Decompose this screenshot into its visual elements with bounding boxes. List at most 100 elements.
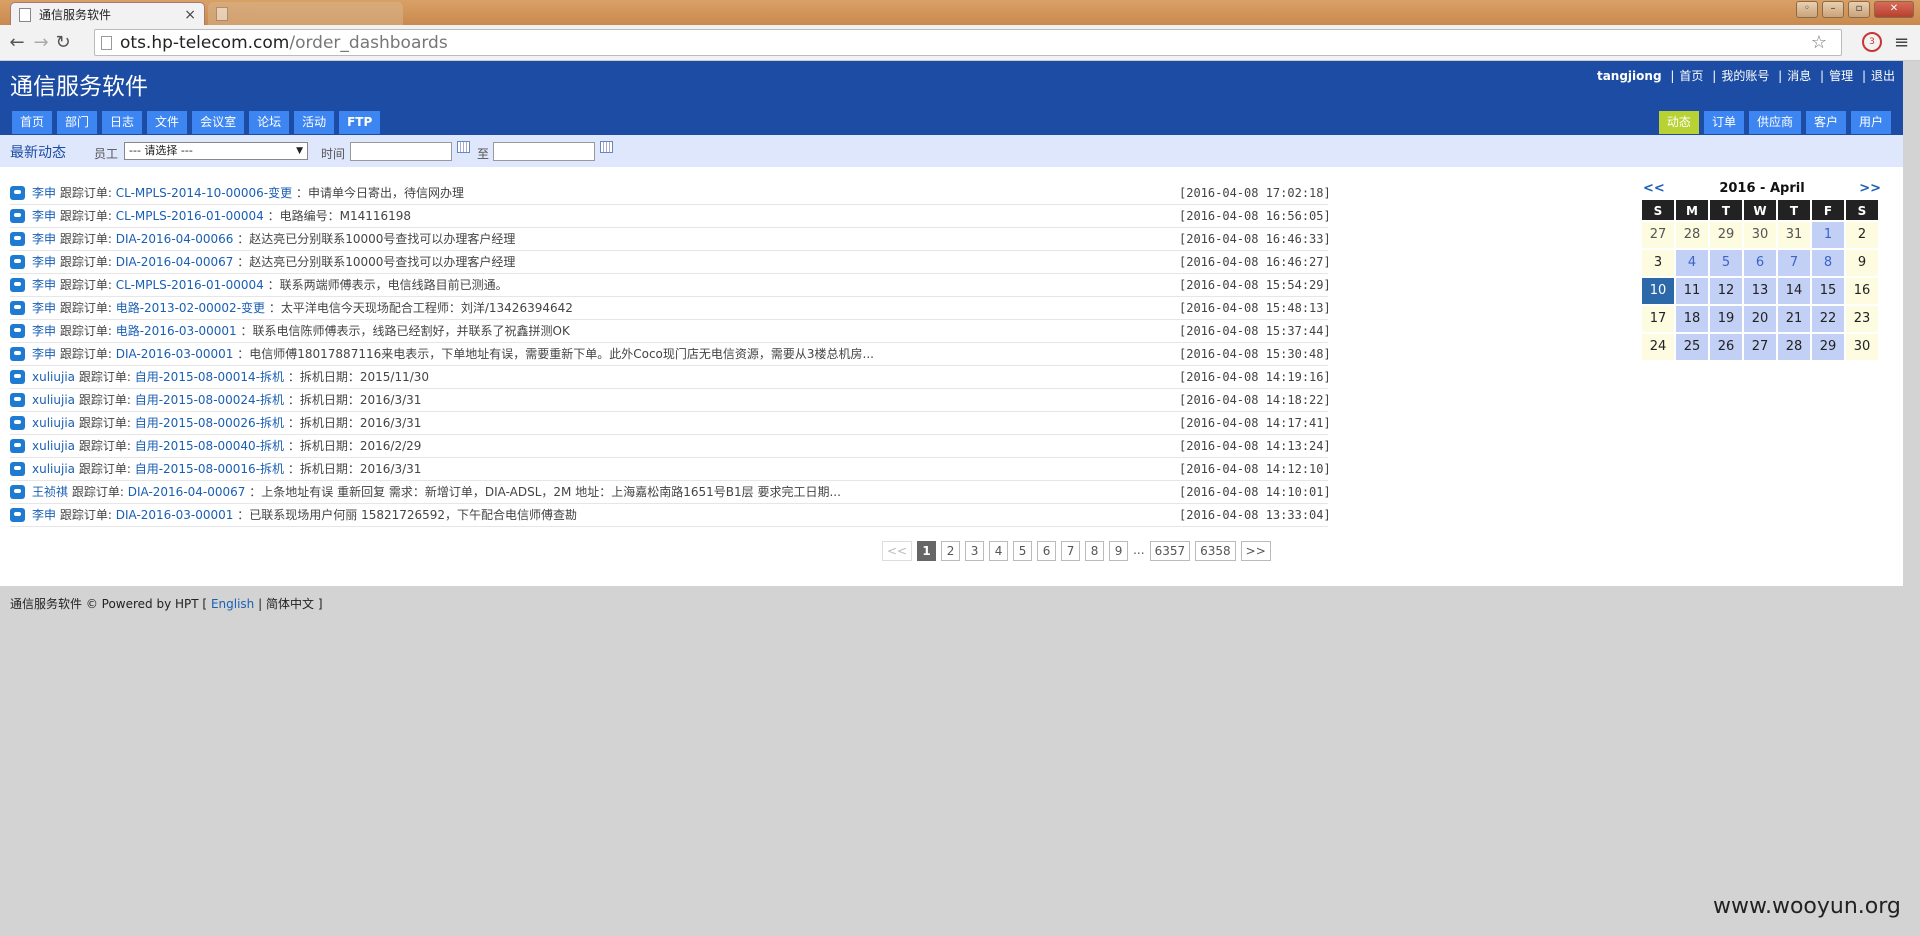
username-link[interactable]: tangjiong bbox=[1597, 69, 1662, 83]
nav-forum[interactable]: 论坛 bbox=[249, 111, 290, 134]
calendar-day[interactable]: 15 bbox=[1811, 277, 1845, 305]
user-link-logout[interactable]: 退出 bbox=[1871, 69, 1895, 83]
minimize-icon[interactable]: – bbox=[1822, 1, 1844, 18]
feed-user-link[interactable]: xuliujia bbox=[32, 462, 75, 476]
user-link-admin[interactable]: 管理 bbox=[1829, 69, 1853, 83]
nav-events[interactable]: 活动 bbox=[294, 111, 335, 134]
user-link-messages[interactable]: 消息 bbox=[1787, 69, 1811, 83]
tab-close-icon[interactable]: × bbox=[184, 7, 196, 23]
feed-order-link[interactable]: DIA-2016-04-00067 bbox=[128, 485, 246, 499]
feed-user-link[interactable]: 李申 bbox=[32, 508, 56, 522]
address-bar[interactable]: ots.hp-telecom.com/order_dashboards ☆ bbox=[94, 29, 1842, 56]
calendar-day[interactable]: 3 bbox=[1641, 249, 1675, 277]
calendar-day[interactable]: 28 bbox=[1777, 333, 1811, 361]
employee-select[interactable]: --- 请选择 --- ▼ bbox=[124, 142, 308, 160]
calendar-day[interactable]: 7 bbox=[1777, 249, 1811, 277]
browser-tab-active[interactable]: 通信服务软件 × bbox=[10, 2, 205, 26]
subnav-suppliers[interactable]: 供应商 bbox=[1748, 111, 1801, 134]
nav-meeting-room[interactable]: 会议室 bbox=[192, 111, 245, 134]
feed-order-link[interactable]: DIA-2016-04-00066 bbox=[116, 232, 234, 246]
feed-order-link[interactable]: 电路-2016-03-00001 bbox=[116, 324, 237, 338]
feed-user-link[interactable]: 王祯祺 bbox=[32, 485, 68, 499]
feed-user-link[interactable]: xuliujia bbox=[32, 393, 75, 407]
calendar-day[interactable]: 5 bbox=[1709, 249, 1743, 277]
feed-order-link[interactable]: DIA-2016-03-00001 bbox=[116, 347, 234, 361]
calendar-day[interactable]: 26 bbox=[1709, 333, 1743, 361]
calendar-day[interactable]: 19 bbox=[1709, 305, 1743, 333]
subnav-customers[interactable]: 客户 bbox=[1805, 111, 1846, 134]
lang-chinese-link[interactable]: 简体中文 bbox=[266, 597, 314, 611]
feed-user-link[interactable]: 李申 bbox=[32, 209, 56, 223]
calendar-icon[interactable] bbox=[600, 141, 613, 153]
maximize-icon[interactable]: ▫ bbox=[1848, 1, 1870, 18]
calendar-day[interactable]: 30 bbox=[1845, 333, 1879, 361]
nav-files[interactable]: 文件 bbox=[147, 111, 188, 134]
calendar-day[interactable]: 28 bbox=[1675, 221, 1709, 249]
user-profile-icon[interactable]: ◦ bbox=[1796, 1, 1818, 18]
feed-user-link[interactable]: xuliujia bbox=[32, 416, 75, 430]
feed-user-link[interactable]: 李申 bbox=[32, 301, 56, 315]
subnav-users[interactable]: 用户 bbox=[1850, 111, 1891, 134]
page-link[interactable]: 3 bbox=[965, 541, 985, 561]
page-link[interactable]: >> bbox=[1240, 541, 1271, 561]
calendar-day[interactable]: 22 bbox=[1811, 305, 1845, 333]
bookmark-star-icon[interactable]: ☆ bbox=[1811, 32, 1827, 53]
feed-user-link[interactable]: 李申 bbox=[32, 232, 56, 246]
feed-user-link[interactable]: 李申 bbox=[32, 324, 56, 338]
calendar-icon[interactable] bbox=[457, 141, 470, 153]
feed-order-link[interactable]: 自用-2015-08-00024-拆机 bbox=[135, 393, 284, 407]
calendar-day[interactable]: 10 bbox=[1641, 277, 1675, 305]
feed-order-link[interactable]: 自用-2015-08-00016-拆机 bbox=[135, 462, 284, 476]
calendar-day[interactable]: 27 bbox=[1641, 221, 1675, 249]
nav-ftp[interactable]: FTP bbox=[339, 111, 381, 134]
page-link[interactable]: 6357 bbox=[1149, 541, 1191, 561]
page-link[interactable]: 8 bbox=[1085, 541, 1105, 561]
page-link[interactable]: 6 bbox=[1037, 541, 1057, 561]
calendar-day[interactable]: 2 bbox=[1845, 221, 1879, 249]
calendar-day[interactable]: 14 bbox=[1777, 277, 1811, 305]
calendar-day[interactable]: 17 bbox=[1641, 305, 1675, 333]
calendar-day[interactable]: 21 bbox=[1777, 305, 1811, 333]
user-link-account[interactable]: 我的账号 bbox=[1721, 69, 1769, 83]
page-link[interactable]: 4 bbox=[989, 541, 1009, 561]
calendar-day[interactable]: 31 bbox=[1777, 221, 1811, 249]
calendar-day[interactable]: 12 bbox=[1709, 277, 1743, 305]
browser-tab-inactive[interactable] bbox=[208, 2, 403, 26]
reload-icon[interactable]: ↻ bbox=[52, 32, 74, 54]
calendar-day[interactable]: 24 bbox=[1641, 333, 1675, 361]
page-link[interactable]: 1 bbox=[917, 541, 937, 561]
browser-menu-icon[interactable]: ≡ bbox=[1894, 32, 1909, 53]
feed-order-link[interactable]: DIA-2016-03-00001 bbox=[116, 508, 234, 522]
feed-order-link[interactable]: CL-MPLS-2016-01-00004 bbox=[116, 209, 264, 223]
calendar-day[interactable]: 29 bbox=[1811, 333, 1845, 361]
page-link[interactable]: 7 bbox=[1061, 541, 1081, 561]
user-link-home[interactable]: 首页 bbox=[1679, 69, 1703, 83]
feed-order-link[interactable]: CL-MPLS-2014-10-00006-变更 bbox=[116, 186, 292, 200]
calendar-day[interactable]: 25 bbox=[1675, 333, 1709, 361]
calendar-day[interactable]: 29 bbox=[1709, 221, 1743, 249]
calendar-day[interactable]: 8 bbox=[1811, 249, 1845, 277]
page-link[interactable]: 5 bbox=[1013, 541, 1033, 561]
nav-log[interactable]: 日志 bbox=[102, 111, 143, 134]
feed-order-link[interactable]: 电路-2013-02-00002-变更 bbox=[116, 301, 265, 315]
feed-user-link[interactable]: 李申 bbox=[32, 278, 56, 292]
page-link[interactable]: 9 bbox=[1109, 541, 1129, 561]
calendar-prev[interactable]: << bbox=[1643, 181, 1665, 196]
calendar-day[interactable]: 27 bbox=[1743, 333, 1777, 361]
nav-home[interactable]: 首页 bbox=[12, 111, 53, 134]
lang-english-link[interactable]: English bbox=[211, 597, 254, 611]
calendar-day[interactable]: 23 bbox=[1845, 305, 1879, 333]
feed-user-link[interactable]: xuliujia bbox=[32, 439, 75, 453]
calendar-day[interactable]: 4 bbox=[1675, 249, 1709, 277]
calendar-day[interactable]: 13 bbox=[1743, 277, 1777, 305]
forward-icon[interactable]: → bbox=[30, 32, 52, 54]
page-link[interactable]: << bbox=[882, 541, 913, 561]
calendar-day[interactable]: 30 bbox=[1743, 221, 1777, 249]
end-date-input[interactable] bbox=[493, 142, 595, 161]
calendar-next[interactable]: >> bbox=[1859, 181, 1881, 196]
calendar-day[interactable]: 11 bbox=[1675, 277, 1709, 305]
calendar-day[interactable]: 6 bbox=[1743, 249, 1777, 277]
feed-user-link[interactable]: 李申 bbox=[32, 347, 56, 361]
feed-user-link[interactable]: 李申 bbox=[32, 186, 56, 200]
back-icon[interactable]: ← bbox=[6, 32, 28, 54]
